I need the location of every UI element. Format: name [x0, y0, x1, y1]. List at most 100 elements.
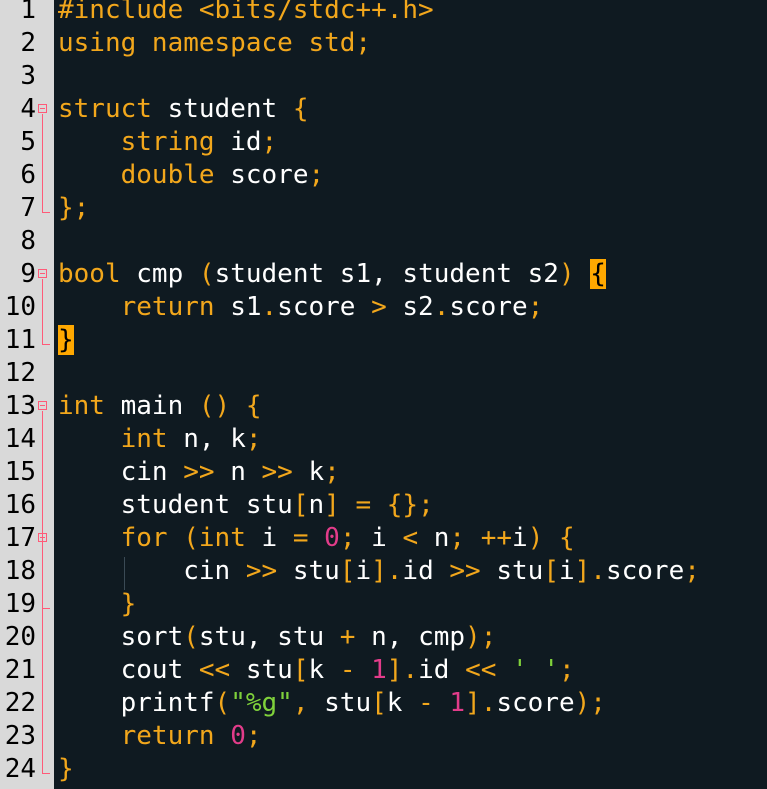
code-token: s1, — [339, 259, 403, 289]
code-text: string id; — [58, 126, 278, 159]
line-number: 11 — [4, 325, 36, 355]
code-token: student — [214, 259, 340, 289]
line-number: 2 — [20, 28, 36, 58]
code-token: #include <bits/stdc++.h> — [58, 0, 434, 25]
fold-toggle-icon[interactable] — [38, 104, 47, 113]
code-token: stu — [245, 490, 293, 520]
code-token: >> — [245, 556, 293, 586]
code-token: . — [402, 655, 419, 685]
code-line[interactable]: 10 return s1.score > s2.score; — [0, 291, 767, 324]
code-line[interactable]: 6 double score; — [0, 159, 767, 192]
code-line[interactable]: 11} — [0, 324, 767, 357]
code-line[interactable]: 2 using namespace std; — [0, 27, 767, 60]
code-line[interactable]: 24} — [0, 753, 767, 786]
code-line[interactable]: 1 #include <bits/stdc++.h> — [0, 0, 767, 27]
code-text: }; — [58, 192, 89, 225]
line-number: 7 — [20, 193, 36, 223]
fold-guide-end — [42, 773, 50, 774]
code-line[interactable]: 9 bool cmp (student s1, student s2) { — [0, 258, 767, 291]
code-token: ) — [558, 259, 591, 289]
code-line[interactable]: 15 cin >> n >> k; — [0, 456, 767, 489]
code-line[interactable]: 8 — [0, 225, 767, 258]
code-line[interactable]: 21 cout << stu[k - 1].id << ' '; — [0, 654, 767, 687]
code-token: ; — [308, 160, 325, 190]
code-token: cin — [120, 457, 184, 487]
code-line[interactable]: 12 — [0, 357, 767, 390]
code-line[interactable]: 22 printf("%g", stu[k - 1].score); — [0, 687, 767, 720]
code-line[interactable]: 20 sort(stu, stu + n, cmp); — [0, 621, 767, 654]
code-token: ] — [386, 655, 403, 685]
code-token: ( — [198, 259, 215, 289]
fold-toggle-icon[interactable] — [38, 269, 47, 278]
code-token: s1 — [230, 292, 262, 322]
code-token: for — [120, 523, 184, 553]
code-token: cmp — [136, 259, 199, 289]
code-token: ; — [245, 721, 262, 751]
code-text: using namespace std; — [58, 27, 371, 60]
line-number: 15 — [4, 457, 36, 487]
code-token: k — [308, 457, 325, 487]
code-token: printf — [120, 688, 215, 718]
line-number: 6 — [20, 160, 36, 190]
code-editor[interactable]: 1 #include <bits/stdc++.h> 2 using namespac… — [0, 0, 767, 789]
code-token: ( — [214, 688, 231, 718]
code-line[interactable]: 14 int n, k; — [0, 423, 767, 456]
code-line[interactable]: 4 struct student { — [0, 93, 767, 126]
code-token: ) { — [527, 523, 575, 553]
code-token: id — [418, 655, 466, 685]
code-token: ] = {} — [324, 490, 419, 520]
line-number: 21 — [4, 655, 36, 685]
code-text: } — [58, 753, 74, 786]
code-token: } — [58, 193, 74, 223]
code-line[interactable]: 17 for (int i = 0; i < n; ++i) { — [0, 522, 767, 555]
code-token: . — [386, 556, 403, 586]
code-token: stu — [245, 655, 293, 685]
code-line[interactable]: 3 — [0, 60, 767, 93]
code-line[interactable]: 5 string id; — [0, 126, 767, 159]
code-token: k — [308, 655, 340, 685]
code-text: bool cmp (student s1, student s2) { — [58, 258, 606, 291]
code-token: main — [120, 391, 199, 421]
code-token: [ — [339, 556, 356, 586]
code-line[interactable]: 7}; — [0, 192, 767, 225]
code-line[interactable]: 16 student stu[n] = {}; — [0, 489, 767, 522]
code-token: } — [58, 754, 74, 784]
code-line[interactable]: 19 } — [0, 588, 767, 621]
code-line[interactable]: 13 int main () { — [0, 390, 767, 423]
code-token: cout — [120, 655, 199, 685]
code-token: > — [371, 292, 403, 322]
code-token: struct — [58, 94, 168, 124]
code-text: int main () { — [58, 390, 262, 423]
code-token: int — [198, 523, 262, 553]
code-token: student — [402, 259, 528, 289]
code-token: ; — [684, 556, 700, 586]
fold-toggle-icon[interactable] — [38, 401, 47, 410]
code-token: score — [277, 292, 372, 322]
code-token: cin — [183, 556, 246, 586]
code-token: n, cmp — [371, 622, 466, 652]
code-token: ] — [574, 556, 591, 586]
line-number: 18 — [4, 556, 36, 586]
code-token: ; — [449, 523, 481, 553]
code-token: double — [120, 160, 231, 190]
code-line[interactable]: 23 return 0; — [0, 720, 767, 753]
line-number: 20 — [4, 622, 36, 652]
code-token: [ — [292, 490, 309, 520]
code-text: double score; — [58, 159, 325, 192]
fold-guide-end — [42, 344, 50, 345]
line-number: 8 — [20, 226, 36, 256]
fold-guide — [42, 279, 43, 344]
code-line[interactable]: 18 cin >> stu[i].id >> stu[i].score; — [0, 555, 767, 588]
line-number: 4 — [20, 94, 36, 124]
code-token: = — [292, 523, 325, 553]
code-token: score — [605, 556, 685, 586]
fold-guide-end — [42, 608, 50, 609]
line-number: 24 — [4, 754, 36, 784]
